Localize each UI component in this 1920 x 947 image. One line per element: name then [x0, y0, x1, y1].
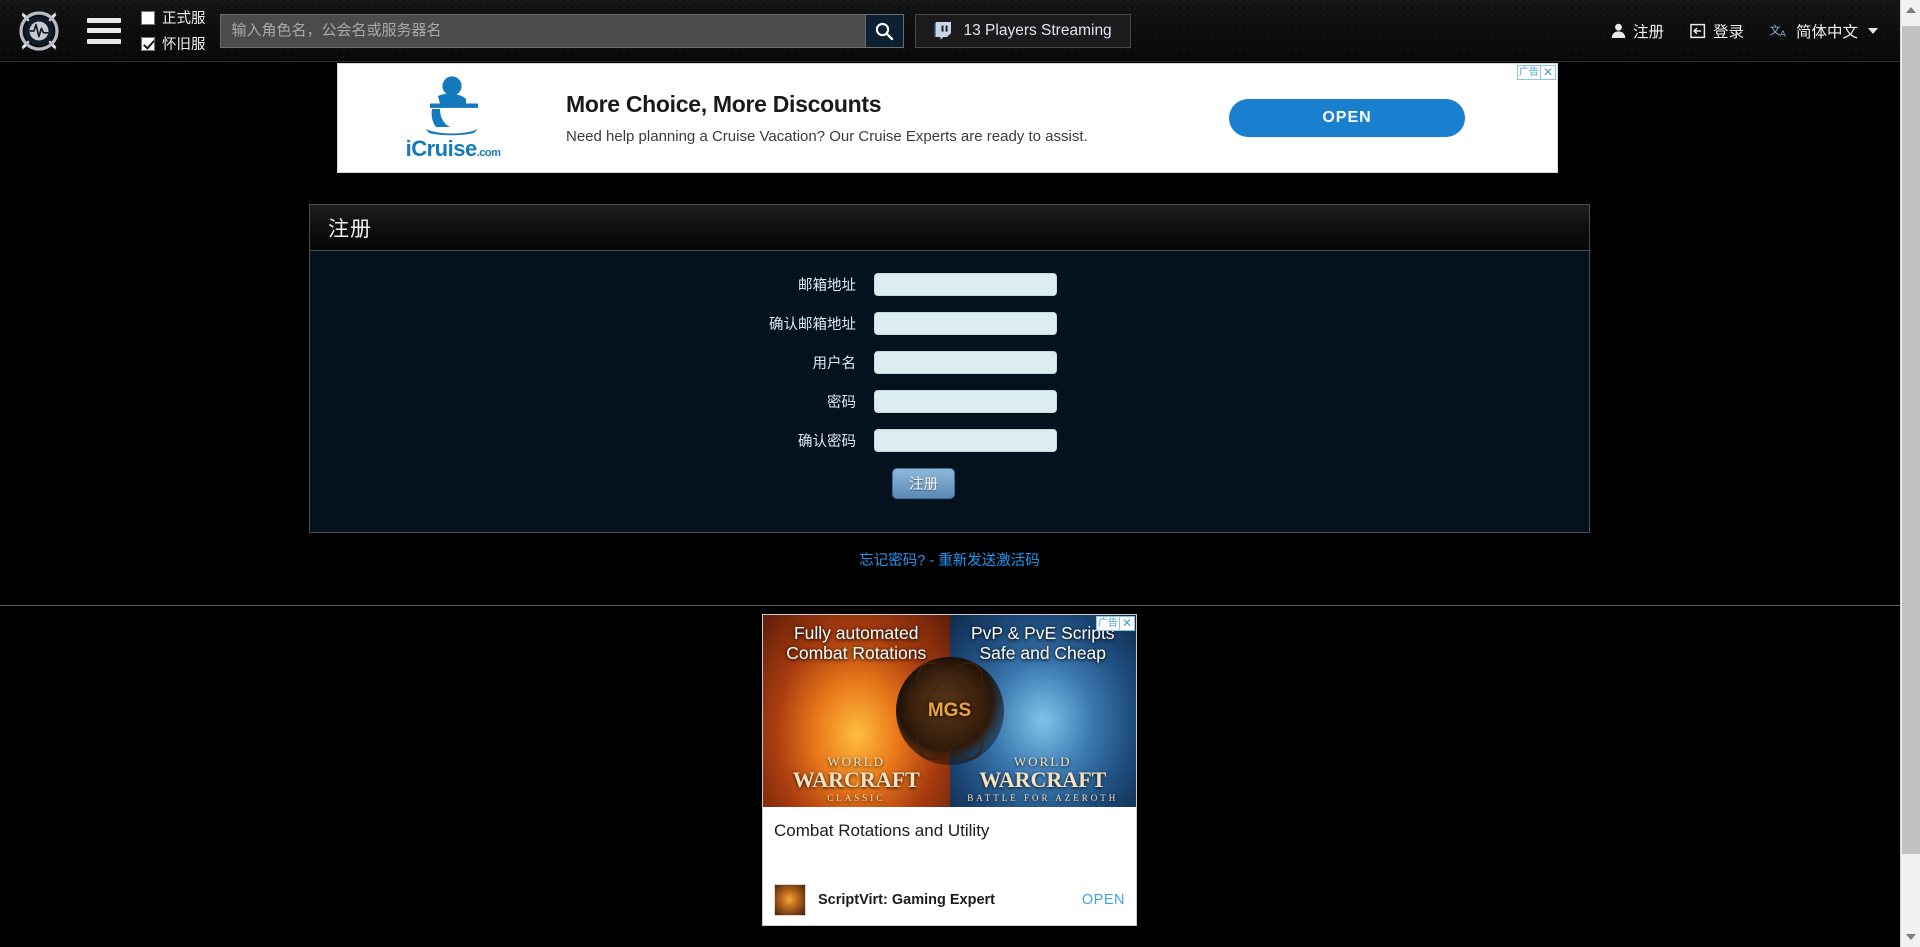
field-row-confirm-password: 确认密码	[310, 429, 1589, 452]
bottom-ad-open-button[interactable]: OPEN	[1082, 892, 1125, 908]
hamburger-bar	[87, 39, 121, 44]
hamburger-bar	[87, 28, 121, 33]
ad-choices-badge[interactable]: 广告	[1096, 616, 1120, 631]
checkbox-classic[interactable]	[141, 37, 155, 51]
bottom-ad-image: Fully automated Combat Rotations WORLD W…	[763, 615, 1136, 807]
top-ad-badge-group: 广告 ✕	[1517, 65, 1556, 80]
forgot-password-link[interactable]: 忘记密码?	[859, 553, 925, 569]
confirm-password-field[interactable]	[874, 429, 1057, 452]
icruise-wordmark: iCruise.com	[406, 136, 501, 162]
person-icon	[1611, 23, 1626, 39]
hamburger-bar	[87, 18, 121, 23]
close-icon[interactable]: ✕	[1541, 65, 1556, 80]
resend-activation-link[interactable]: 重新发送激活码	[938, 553, 1040, 569]
icruise-logo: iCruise.com	[378, 68, 528, 168]
username-field[interactable]	[874, 351, 1057, 374]
submit-row: 注册	[310, 468, 1589, 499]
realm-toggle-classic-label: 怀旧服	[162, 33, 206, 54]
header-login-button[interactable]: 登录	[1690, 20, 1744, 42]
header-right-nav: 注册 登录 文 A 简体中文	[1611, 20, 1900, 42]
realm-toggle-classic[interactable]: 怀旧服	[141, 33, 206, 54]
scroll-down-arrow-icon[interactable]	[1901, 927, 1920, 947]
ad-choices-badge[interactable]: 广告	[1517, 65, 1541, 80]
field-row-confirm-email: 确认邮箱地址	[310, 312, 1589, 335]
search-bar	[220, 14, 904, 48]
label-password: 密码	[310, 391, 874, 412]
checkbox-retail[interactable]	[141, 11, 155, 25]
field-row-password: 密码	[310, 390, 1589, 413]
page-title: 注册	[328, 213, 372, 243]
search-input[interactable]	[220, 14, 865, 48]
confirm-email-field[interactable]	[874, 312, 1057, 335]
password-field[interactable]	[874, 390, 1057, 413]
top-ad-open-button[interactable]: OPEN	[1229, 99, 1465, 137]
bottom-ad-footer: ScriptVirt: Gaming Expert OPEN	[763, 884, 1136, 916]
link-separator: -	[925, 553, 938, 569]
site-header: 正式服 怀旧服	[0, 0, 1900, 62]
scrollbar-thumb[interactable]	[1902, 26, 1920, 854]
close-icon[interactable]: ✕	[1120, 616, 1135, 631]
page-root: 正式服 怀旧服	[0, 0, 1920, 947]
section-divider	[0, 605, 1900, 606]
page-scrollbar[interactable]	[1900, 0, 1920, 947]
bottom-advertisement[interactable]: Fully automated Combat Rotations WORLD W…	[762, 614, 1137, 926]
svg-text:文: 文	[1770, 23, 1781, 37]
top-ad-copy: More Choice, More Discounts Need help pl…	[566, 91, 1229, 145]
label-confirm-email: 确认邮箱地址	[310, 313, 874, 334]
scroll-up-arrow-icon[interactable]	[1901, 0, 1920, 20]
label-username: 用户名	[310, 352, 874, 373]
svg-text:A: A	[1780, 28, 1786, 38]
wow-classic-line2: WARCRAFT	[763, 767, 950, 793]
hamburger-menu-icon[interactable]	[87, 18, 121, 44]
login-icon	[1690, 23, 1706, 39]
field-row-email: 邮箱地址	[310, 273, 1589, 296]
label-confirm-password: 确认密码	[310, 430, 874, 451]
email-field[interactable]	[874, 273, 1057, 296]
icruise-tld: .com	[477, 147, 501, 159]
top-ad-subtitle: Need help planning a Cruise Vacation? Ou…	[566, 128, 1229, 145]
warcraftlogs-logo-icon[interactable]	[13, 5, 65, 57]
header-language-selector[interactable]: 文 A 简体中文	[1770, 20, 1878, 42]
register-submit-button[interactable]: 注册	[892, 468, 955, 499]
wow-bfa-logo: WORLD WARCRAFT BATTLE FOR AZEROTH	[950, 754, 1137, 803]
triangle-down	[1906, 934, 1916, 940]
twitch-icon	[934, 21, 952, 40]
field-row-username: 用户名	[310, 351, 1589, 374]
register-form: 邮箱地址 确认邮箱地址 用户名 密码 确认密码 注册	[310, 251, 1589, 499]
triangle-up	[1906, 7, 1916, 13]
realm-toggle-group: 正式服 怀旧服	[141, 7, 206, 54]
bottom-ad-caption-left: Fully automated Combat Rotations	[763, 623, 950, 664]
advertiser-avatar	[774, 884, 806, 916]
header-register-button[interactable]: 注册	[1611, 20, 1664, 42]
bottom-ad-title: Combat Rotations and Utility	[763, 807, 1136, 841]
top-advertisement[interactable]: iCruise.com More Choice, More Discounts …	[337, 63, 1558, 173]
header-login-label: 登录	[1713, 20, 1744, 42]
submit-spacer	[310, 468, 874, 499]
wow-classic-logo: WORLD WARCRAFT CLASSIC	[763, 754, 950, 803]
twitch-streaming-label: 13 Players Streaming	[964, 22, 1112, 40]
wow-classic-line3: CLASSIC	[763, 793, 950, 803]
twitch-streaming-button[interactable]: 13 Players Streaming	[915, 14, 1131, 48]
realm-toggle-retail[interactable]: 正式服	[141, 7, 206, 28]
label-email: 邮箱地址	[310, 274, 874, 295]
bottom-ad-advertiser: ScriptVirt: Gaming Expert	[818, 892, 995, 908]
wow-bfa-line2: WARCRAFT	[950, 767, 1137, 793]
header-language-label: 简体中文	[1796, 20, 1858, 42]
top-ad-title: More Choice, More Discounts	[566, 91, 1229, 118]
realm-toggle-retail-label: 正式服	[162, 7, 206, 28]
search-button[interactable]	[865, 14, 904, 48]
register-panel-header: 注册	[310, 205, 1589, 251]
register-panel: 注册 邮箱地址 确认邮箱地址 用户名 密码 确认密码	[309, 204, 1590, 533]
header-register-label: 注册	[1633, 20, 1664, 42]
wow-bfa-line3: BATTLE FOR AZEROTH	[950, 793, 1137, 803]
auth-helper-links: 忘记密码? - 重新发送激活码	[309, 549, 1590, 570]
chevron-down-icon	[1868, 28, 1878, 34]
mgs-brand-orb: MGS	[896, 657, 1004, 765]
search-icon	[874, 21, 894, 41]
translate-icon: 文 A	[1770, 23, 1789, 39]
icruise-brand: iCruise	[406, 136, 477, 161]
bottom-ad-badge-group: 广告 ✕	[1096, 616, 1135, 631]
